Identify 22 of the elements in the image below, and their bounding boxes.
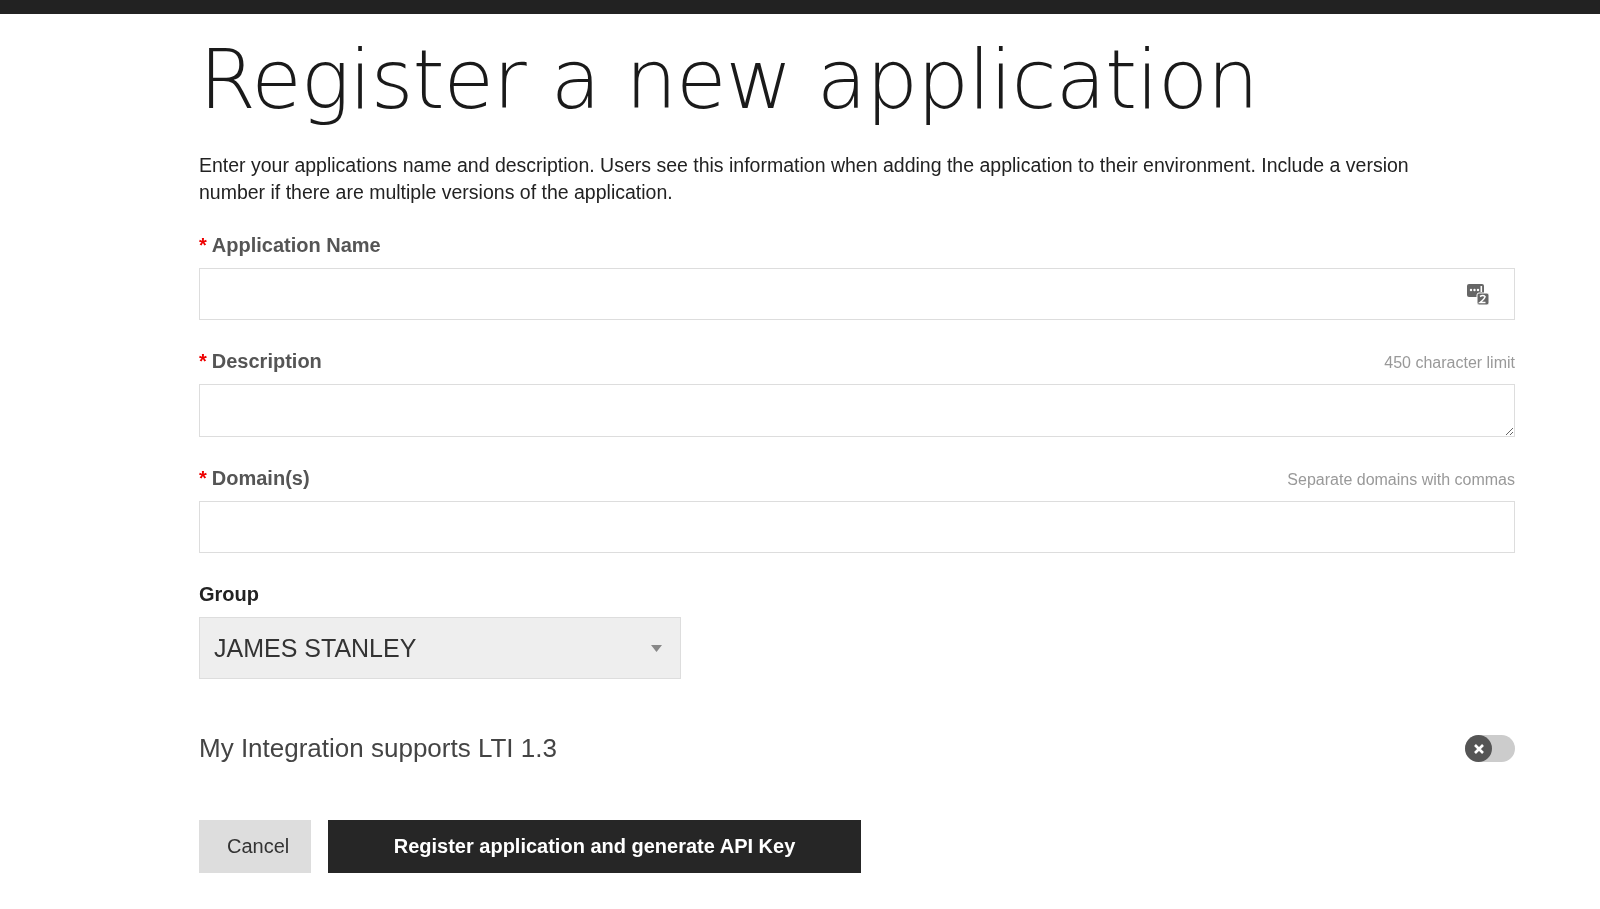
- field-label: Domain(s): [211, 467, 310, 490]
- field-label: Group: [199, 583, 259, 606]
- page-title: Register a new application: [199, 31, 1260, 129]
- text-area[interactable]: [199, 384, 1515, 437]
- input-field[interactable]: [199, 501, 1515, 553]
- group-dropdown[interactable]: JAMES STANLEY: [199, 617, 681, 679]
- intro-text: Enter your applications name and description. Users see this information when adding the application to their environment. Include a version number if there are multiple versions of the application.: [199, 153, 1410, 205]
- required-mark: *: [199, 350, 207, 373]
- field-hint: 450 character limit: [1384, 354, 1515, 372]
- cancel-button[interactable]: Cancel: [199, 820, 311, 873]
- field-hint: Separate domains with commas: [1287, 471, 1515, 489]
- input-field[interactable]: [199, 268, 1515, 320]
- field-label: Application Name: [211, 234, 381, 257]
- field-label: Description: [211, 350, 322, 373]
- lti-toggle[interactable]: [1465, 735, 1515, 762]
- close-icon: [1465, 735, 1492, 762]
- toggle-label: My Integration supports LTI 1.3: [199, 733, 557, 764]
- required-mark: *: [199, 467, 207, 490]
- required-mark: *: [199, 234, 207, 257]
- register-button[interactable]: Register application and generate API Key: [328, 820, 861, 873]
- caret-icon: [651, 644, 662, 652]
- chat-badge-icon[interactable]: [1466, 282, 1490, 306]
